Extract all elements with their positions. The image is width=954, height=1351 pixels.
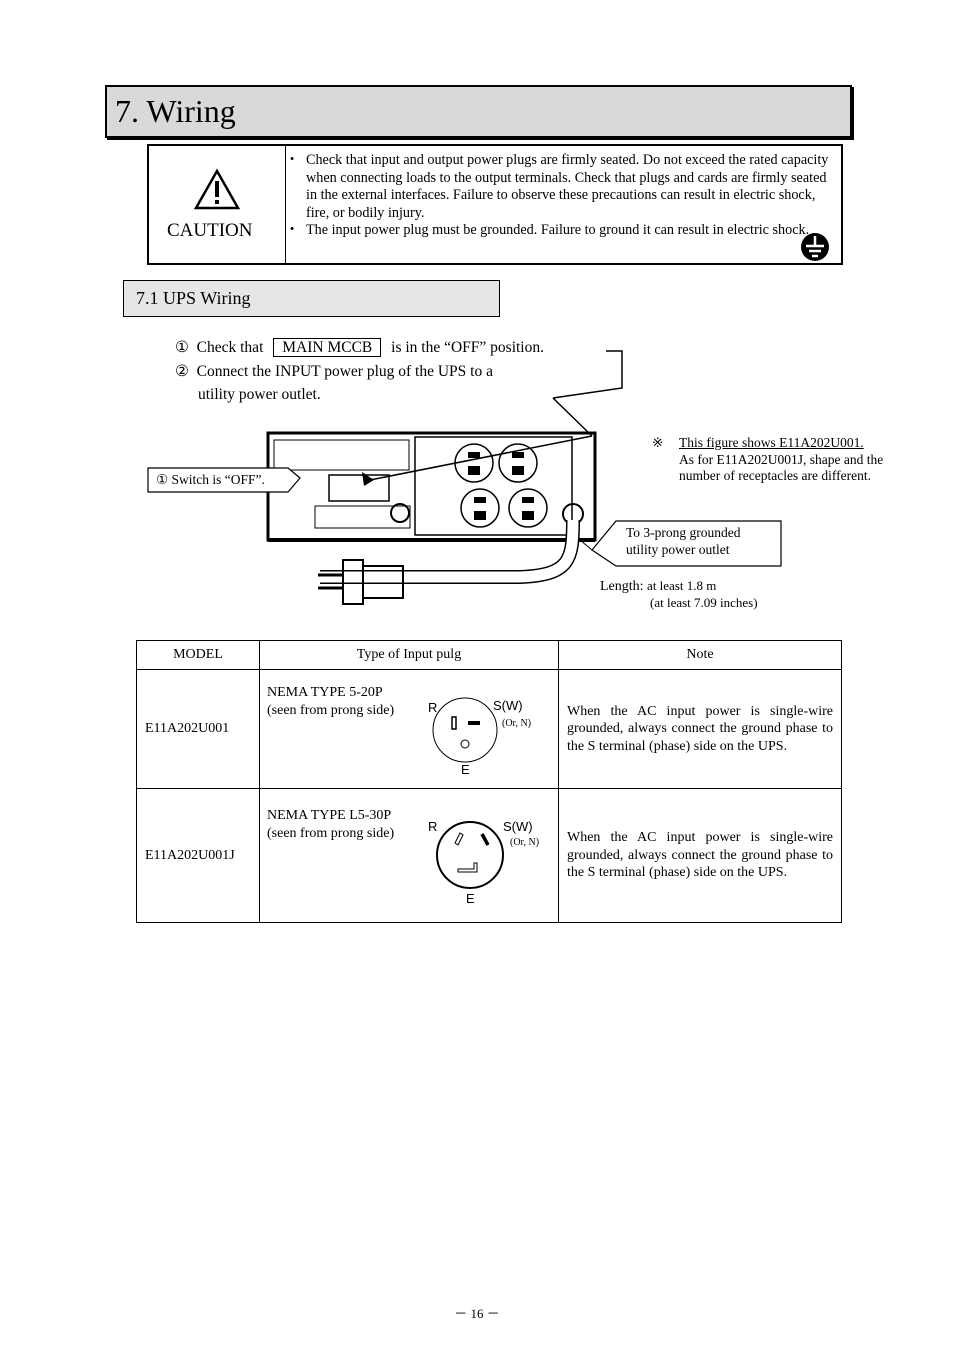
nema-5-20p-plug-icon: R S(W) (Or, N) E — [428, 697, 531, 777]
ups-rear-panel-diagram — [147, 350, 782, 605]
note-cell: When the AC input power is single-wire g… — [558, 669, 842, 789]
plug-view: (seen from prong side) — [267, 702, 395, 718]
input-plug-table: MODEL Type of Input pulg Note E11A202U00… — [136, 640, 842, 923]
terminal-e: E — [461, 762, 470, 777]
terminal-n: (Or, N) — [502, 718, 531, 729]
switch-off-callout: ① Switch is “OFF”. — [156, 472, 265, 487]
page-number: － 16 － — [454, 1306, 500, 1321]
length-value: at least 1.8 m — [647, 578, 717, 593]
header-type: Type of Input pulg — [259, 640, 559, 670]
terminal-n: (Or, N) — [510, 837, 539, 848]
type-cell: NEMA TYPE 5-20P (seen from prong side) R … — [259, 669, 559, 789]
page: 7. Wiring CAUTION Check that input and o… — [0, 0, 954, 1351]
type-cell: NEMA TYPE L5-30P (seen from prong side) R… — [259, 788, 559, 923]
length-label: Length: — [600, 579, 644, 594]
model-cell: E11A202U001J — [136, 788, 260, 923]
plug-view: (seen from prong side) — [267, 825, 395, 841]
terminal-s: S(W) — [493, 698, 523, 713]
header-model: MODEL — [136, 640, 260, 670]
header-note: Note — [558, 640, 842, 670]
table-header-row: MODEL Type of Input pulg Note — [136, 640, 842, 670]
plug-type: NEMA TYPE 5-20P — [267, 685, 383, 700]
length-value: (at least 7.09 inches) — [650, 595, 758, 610]
terminal-s: S(W) — [503, 819, 533, 834]
outlet-callout: To 3-prong grounded utility power outlet — [626, 525, 741, 558]
model-cell: E11A202U001 — [136, 669, 260, 789]
nema-l5-30p-plug-icon: R S(W) (Or, N) E — [428, 819, 539, 905]
figure-note-mark: ※ — [652, 435, 664, 450]
terminal-e: E — [466, 891, 475, 905]
note-line: This figure shows E11A202U001. — [679, 435, 864, 450]
table-row: E11A202U001 NEMA TYPE 5-20P (seen from pr… — [136, 669, 842, 789]
figure-note: This figure shows E11A202U001. As for E1… — [679, 435, 894, 485]
terminal-r: R — [428, 819, 437, 834]
cord-length: Length: at least 1.8 m (at least 7.09 in… — [600, 578, 758, 611]
callout-line: To 3-prong grounded — [626, 525, 741, 540]
note-cell: When the AC input power is single-wire g… — [558, 788, 842, 923]
callout-line: utility power outlet — [626, 541, 730, 557]
plug-type: NEMA TYPE L5-30P — [267, 808, 392, 823]
table-row: E11A202U001J NEMA TYPE L5-30P (seen from … — [136, 788, 842, 923]
terminal-r: R — [428, 700, 437, 715]
note-line: As for E11A202U001J, shape and the numbe… — [679, 451, 884, 484]
